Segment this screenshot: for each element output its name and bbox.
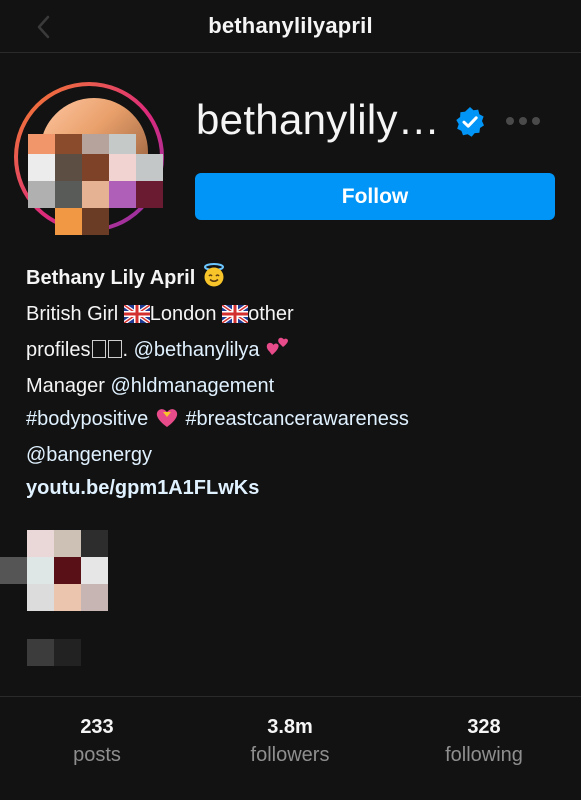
bio-name-line: Bethany Lily April: [26, 262, 566, 298]
followers-count: 3.8m: [267, 716, 313, 738]
verified-badge-icon: [454, 106, 486, 138]
bio-line-5: @bangenergy: [26, 439, 566, 472]
bio-line-2: profiles. @bethanylilya: [26, 334, 566, 370]
follow-button[interactable]: Follow: [195, 173, 555, 220]
halo-face-icon: [201, 263, 227, 298]
two-hearts-icon: [265, 337, 291, 370]
profile-username: bethanylily…: [196, 96, 441, 143]
hashtag-link[interactable]: #breastcancerawareness: [185, 408, 408, 430]
followers-label: followers: [250, 744, 330, 766]
profile-stats: 233 posts 3.8m followers 328 following: [0, 712, 581, 782]
ribbon-heart-icon: [154, 406, 180, 439]
followers-stat[interactable]: 3.8m followers: [210, 712, 370, 767]
back-icon[interactable]: [30, 13, 58, 41]
page-title: bethanylilyapril: [208, 13, 373, 38]
posts-count: 233: [80, 716, 114, 738]
following-label: following: [445, 744, 523, 766]
bio-line-1: British Girl London other: [26, 298, 566, 334]
website-link[interactable]: youtu.be/gpm1A1FLwKs: [26, 477, 259, 499]
hashtag-link[interactable]: #bodypositive: [26, 408, 148, 430]
mention-link[interactable]: @bangenergy: [26, 444, 152, 466]
top-bar: bethanylilyapril: [0, 0, 581, 53]
bio-line-6: youtu.be/gpm1A1FLwKs: [26, 472, 566, 505]
posts-label: posts: [73, 744, 121, 766]
uk-flag-icon: [220, 301, 250, 334]
more-options-icon[interactable]: [503, 114, 547, 128]
stats-divider: [0, 696, 581, 697]
following-stat[interactable]: 328 following: [404, 712, 564, 767]
profile-bio: Bethany Lily April British Girl London o…: [26, 262, 566, 505]
following-count: 328: [467, 716, 501, 738]
mention-link[interactable]: @hldmanagement: [111, 375, 275, 397]
missing-glyph-icon: [108, 340, 123, 358]
mention-link[interactable]: @bethanylilya: [134, 339, 260, 361]
bio-line-3: Manager @hldmanagement: [26, 375, 275, 397]
posts-stat[interactable]: 233 posts: [17, 712, 177, 767]
uk-flag-icon: [122, 301, 151, 334]
full-name: Bethany Lily April: [26, 267, 196, 289]
missing-glyph-icon: [92, 340, 107, 358]
bio-line-4: #bodypositive #breastcancerawareness: [26, 403, 566, 439]
